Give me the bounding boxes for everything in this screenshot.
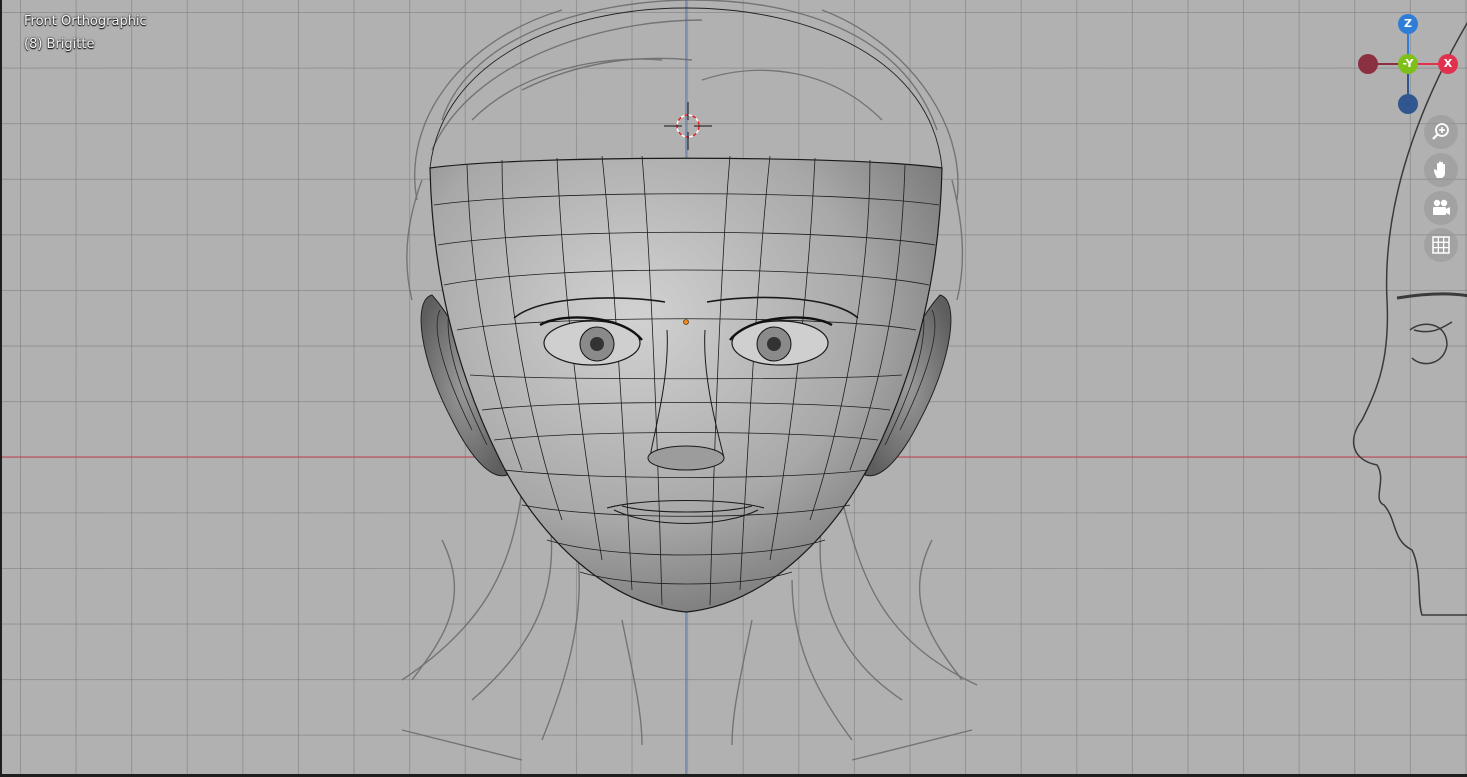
zoom-icon bbox=[1432, 123, 1449, 140]
pan-button[interactable] bbox=[1424, 153, 1458, 187]
perspective-toggle-button[interactable] bbox=[1424, 228, 1458, 262]
head-mesh bbox=[429, 157, 943, 613]
viewport-scene bbox=[2, 0, 1467, 774]
camera-view-button[interactable] bbox=[1424, 191, 1458, 225]
gizmo-neg-z-axis[interactable] bbox=[1398, 94, 1418, 114]
active-object-label: (8) Brigitte bbox=[24, 37, 95, 52]
3d-viewport[interactable]: Front Orthographic (8) Brigitte Z -Y X bbox=[0, 0, 1467, 777]
camera-icon bbox=[1433, 199, 1450, 215]
gizmo-neg-y-axis[interactable]: -Y bbox=[1398, 54, 1418, 74]
zoom-button[interactable] bbox=[1424, 115, 1458, 149]
hand-icon bbox=[1434, 161, 1445, 178]
view-name-label: Front Orthographic bbox=[24, 14, 147, 29]
gizmo-z-axis[interactable]: Z bbox=[1398, 14, 1418, 34]
3d-cursor[interactable] bbox=[664, 102, 712, 150]
grid-icon bbox=[1432, 236, 1450, 254]
gizmo-x-axis[interactable]: X bbox=[1438, 54, 1458, 74]
object-origin bbox=[683, 319, 689, 325]
gizmo-neg-x-axis[interactable] bbox=[1358, 54, 1378, 74]
